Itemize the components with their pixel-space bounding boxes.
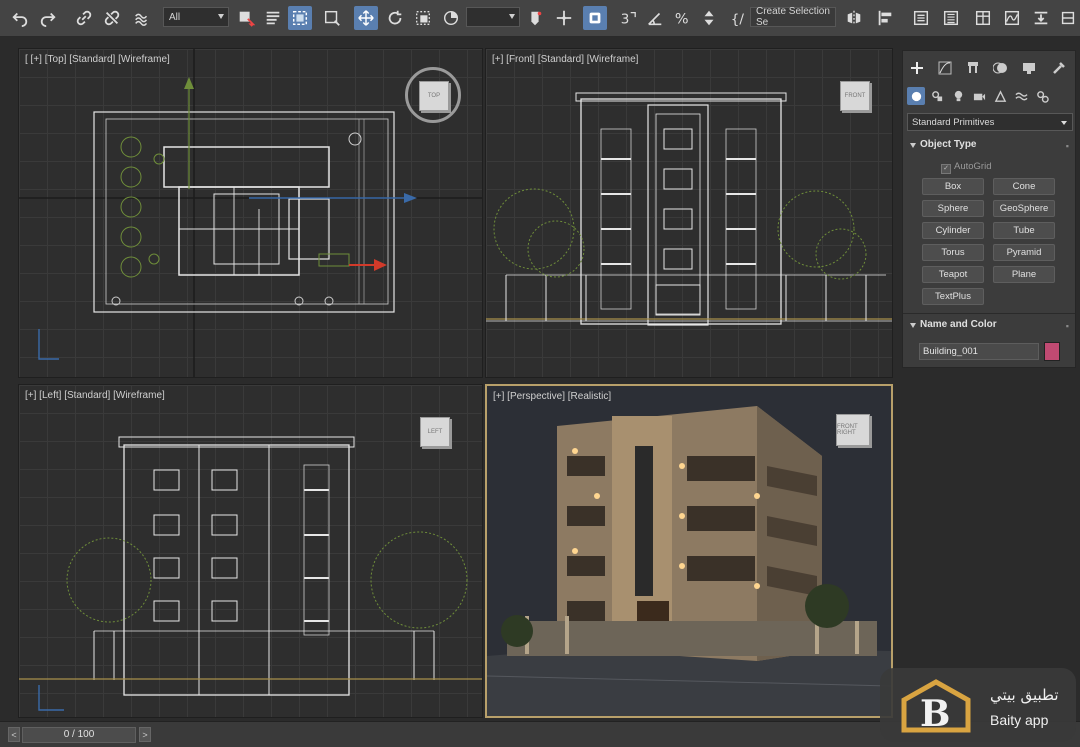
selection-filter-value: All: [169, 11, 181, 23]
create-tab-icon[interactable]: [905, 57, 929, 79]
angle-snap-icon[interactable]: [644, 6, 666, 30]
window-crossing-icon[interactable]: [320, 6, 344, 30]
systems-category-icon[interactable]: [1033, 87, 1051, 105]
viewport-left-label[interactable]: [+] [Left] [Standard] [Wireframe]: [25, 390, 165, 401]
shapes-category-icon[interactable]: [928, 87, 946, 105]
front-elevation-wireframe: [486, 92, 892, 326]
render-setup-icon[interactable]: [1030, 6, 1052, 30]
named-selection-dropdown[interactable]: [466, 7, 520, 27]
undo-icon[interactable]: [8, 6, 32, 30]
plane-button[interactable]: Plane: [993, 266, 1055, 283]
category-dropdown[interactable]: Standard Primitives: [907, 113, 1073, 131]
select-object-icon[interactable]: [235, 6, 257, 30]
viewport-layout-icon[interactable]: [1058, 6, 1078, 30]
percent-snap-icon[interactable]: %: [672, 6, 694, 30]
name-and-color-title: Name and Color: [920, 319, 997, 330]
command-panel: Standard Primitives Object Type ▪ ✓ AutoGr…: [902, 50, 1076, 368]
autogrid-label: AutoGrid: [954, 161, 992, 172]
reference-coordinate-icon[interactable]: [440, 6, 462, 30]
curve-editor-icon[interactable]: [1000, 6, 1024, 30]
spinner-snap-icon[interactable]: [698, 6, 720, 30]
time-slider-prev-button[interactable]: <: [8, 727, 20, 742]
modify-tab-icon[interactable]: [933, 57, 957, 79]
select-by-name-icon[interactable]: [262, 6, 284, 30]
baity-logo-letter: B: [920, 693, 950, 734]
geometry-category-icon[interactable]: [907, 87, 925, 105]
name-and-color-rollout-header[interactable]: Name and Color ▪: [907, 319, 1073, 335]
rollout-divider: [903, 313, 1075, 314]
rotate-icon[interactable]: [384, 6, 406, 30]
viewport-perspective-label[interactable]: [+] [Perspective] [Realistic]: [493, 391, 611, 402]
unlink-icon[interactable]: [100, 6, 124, 30]
layer-explorer-icon[interactable]: [910, 6, 932, 30]
object-color-swatch[interactable]: [1044, 342, 1060, 361]
baity-logo-icon: B: [901, 679, 971, 734]
viewport-top[interactable]: [ [+] [Top] [Standard] [Wireframe] TOP: [18, 48, 483, 378]
lights-category-icon[interactable]: [949, 87, 967, 105]
pivot-icon[interactable]: [524, 6, 546, 30]
viewcube-front[interactable]: FRONT: [840, 81, 870, 111]
spacewarps-category-icon[interactable]: [1012, 87, 1030, 105]
viewcube-top[interactable]: TOP: [405, 67, 461, 123]
create-selection-set-label: Create Selection Se: [756, 6, 830, 28]
svg-text:3: 3: [621, 11, 630, 27]
create-selection-set-field[interactable]: Create Selection Se: [750, 6, 836, 28]
time-slider[interactable]: 0 / 100: [22, 727, 136, 743]
align-icon[interactable]: [874, 6, 896, 30]
object-name-field[interactable]: Building_001: [919, 343, 1039, 360]
teapot-button[interactable]: Teapot: [922, 266, 984, 283]
svg-text:%: %: [675, 11, 689, 27]
rendered-building: [487, 386, 891, 716]
helpers-category-icon[interactable]: [991, 87, 1009, 105]
watermark-latin-text: Baity app: [990, 712, 1049, 728]
cylinder-button[interactable]: Cylinder: [922, 222, 984, 239]
display-tab-icon[interactable]: [1017, 57, 1041, 79]
autogrid-checkbox[interactable]: ✓ AutoGrid: [941, 161, 992, 174]
redo-icon[interactable]: [36, 6, 60, 30]
cameras-category-icon[interactable]: [970, 87, 988, 105]
edit-named-selection-icon[interactable]: {/: [726, 6, 750, 30]
category-dropdown-value: Standard Primitives: [912, 117, 995, 128]
object-type-rollout-header[interactable]: Object Type ▪: [907, 139, 1073, 155]
motion-tab-icon[interactable]: [989, 57, 1013, 79]
main-toolbar: All 3 % {/ Create Selection Se: [0, 0, 1080, 37]
hierarchy-tab-icon[interactable]: [961, 57, 985, 79]
selection-filter-dropdown[interactable]: All: [163, 7, 229, 27]
time-slider-next-button[interactable]: >: [139, 727, 151, 742]
viewport-perspective[interactable]: [+] [Perspective] [Realistic] FRONT RIGH…: [485, 384, 893, 718]
baity-app-watermark: B تطبيق بيتي Baity app: [880, 668, 1076, 742]
rectangular-selection-icon[interactable]: [288, 6, 312, 30]
crosshair-icon[interactable]: [552, 6, 576, 30]
cone-button[interactable]: Cone: [993, 178, 1055, 195]
viewport-left[interactable]: [+] [Left] [Standard] [Wireframe] LEFT: [18, 384, 483, 718]
textplus-button[interactable]: TextPlus: [922, 288, 984, 305]
left-elevation-wireframe: [19, 436, 482, 711]
tube-button[interactable]: Tube: [993, 222, 1055, 239]
utilities-tab-icon[interactable]: [1047, 57, 1071, 79]
viewport-top-label[interactable]: [ [+] [Top] [Standard] [Wireframe]: [25, 54, 170, 65]
viewport-front[interactable]: [+] [Front] [Standard] [Wireframe] FRONT: [485, 48, 893, 378]
bind-spacewarp-icon[interactable]: [130, 6, 154, 30]
viewport-front-label[interactable]: [+] [Front] [Standard] [Wireframe]: [492, 54, 638, 65]
link-icon[interactable]: [72, 6, 96, 30]
viewcube-face-label: TOP: [419, 81, 449, 111]
snaps-toggle-icon[interactable]: 3: [616, 6, 640, 30]
svg-text:{/: {/: [731, 11, 745, 27]
scene-explorer-icon[interactable]: [940, 6, 962, 30]
watermark-arabic-text: تطبيق بيتي: [990, 686, 1059, 704]
mirror-icon[interactable]: [842, 6, 866, 30]
move-icon[interactable]: [354, 6, 378, 30]
box-button[interactable]: Box: [922, 178, 984, 195]
viewcube-perspective[interactable]: FRONT RIGHT: [836, 414, 870, 446]
torus-button[interactable]: Torus: [922, 244, 984, 261]
viewcube-left[interactable]: LEFT: [420, 417, 450, 447]
scale-icon[interactable]: [412, 6, 434, 30]
object-type-title: Object Type: [920, 139, 977, 150]
geosphere-button[interactable]: GeoSphere: [993, 200, 1055, 217]
pyramid-button[interactable]: Pyramid: [993, 244, 1055, 261]
sphere-button[interactable]: Sphere: [922, 200, 984, 217]
snap-icon[interactable]: [583, 6, 607, 30]
ribbon-icon[interactable]: [972, 6, 994, 30]
